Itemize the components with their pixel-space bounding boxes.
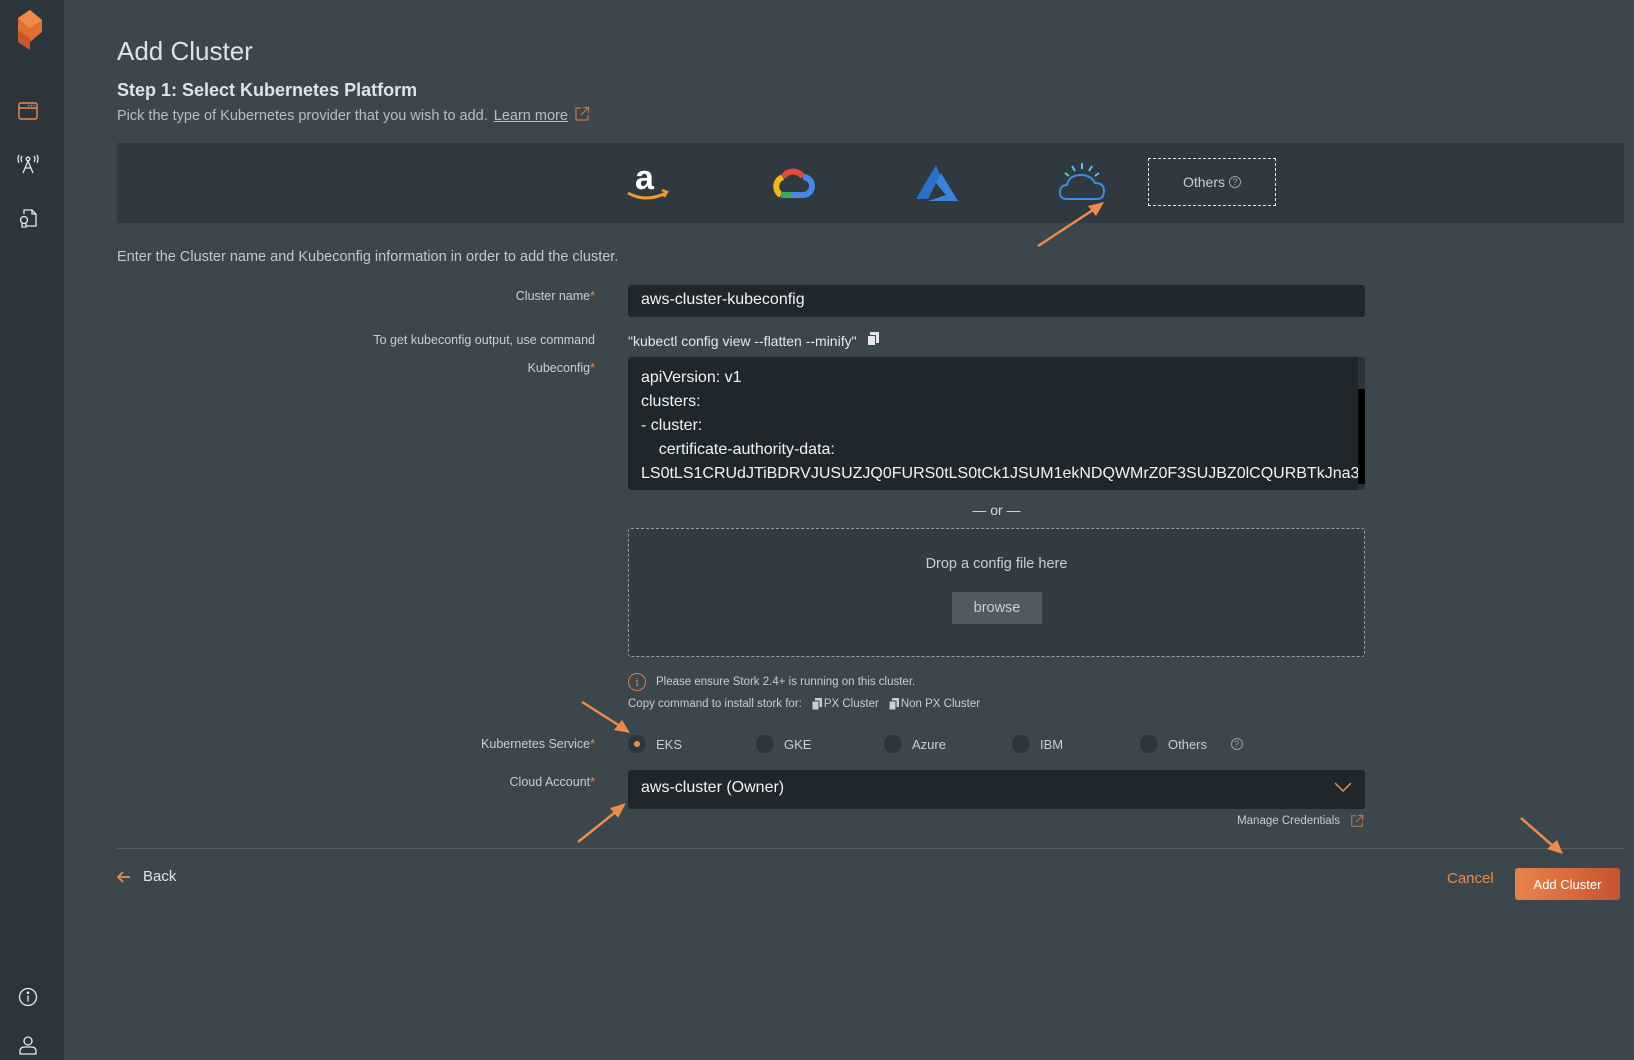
k8s-service-radio-group: EKS GKE Azure IBM Others ?: [628, 732, 1268, 756]
copy-command-label: Copy command to install stork for:: [628, 698, 802, 710]
radio-ibm[interactable]: IBM: [1012, 735, 1140, 753]
radio-button[interactable]: [756, 735, 774, 753]
provider-others[interactable]: Others ?: [1148, 158, 1276, 206]
provider-azure[interactable]: [909, 157, 965, 209]
stork-note: i Please ensure Stork 2.4+ is running on…: [628, 673, 915, 691]
step-description-text: Pick the type of Kubernetes provider tha…: [117, 108, 488, 124]
radio-button-selected[interactable]: [628, 735, 646, 753]
cancel-button[interactable]: Cancel: [1447, 870, 1494, 887]
provider-gcp[interactable]: [764, 157, 820, 209]
annotation-arrow: [1520, 817, 1563, 854]
certificate-doc-icon[interactable]: [16, 206, 40, 230]
copy-stork-commands: Copy command to install stork for: PX Cl…: [628, 698, 980, 710]
radio-azure[interactable]: Azure: [884, 735, 1012, 753]
kubeconfig-line: - cluster:: [641, 417, 703, 434]
footer-divider: [117, 848, 1624, 849]
radio-button[interactable]: [884, 735, 902, 753]
platform-selector: a Others ?: [117, 143, 1624, 223]
info-icon: i: [628, 673, 646, 691]
provider-others-label: Others: [1182, 174, 1225, 190]
external-link-icon[interactable]: [574, 106, 590, 126]
radio-others[interactable]: Others ?: [1140, 735, 1268, 753]
help-icon[interactable]: ?: [1230, 738, 1243, 750]
kubeconfig-textarea[interactable]: apiVersion: v1 clusters: - cluster: cert…: [628, 357, 1365, 490]
sidebar: [0, 0, 64, 1060]
cloud-account-select[interactable]: aws-cluster (Owner): [628, 770, 1365, 809]
kubeconfig-line: certificate-authority-data:: [641, 441, 835, 458]
radio-button[interactable]: [1012, 735, 1030, 753]
step-description: Pick the type of Kubernetes provider tha…: [117, 106, 590, 126]
annotation-arrow: [577, 803, 626, 843]
gcp-logo-icon: [773, 168, 815, 198]
radio-button[interactable]: [1140, 735, 1158, 753]
kubeconfig-label: Kubeconfig*: [527, 361, 595, 375]
dropzone-text: Drop a config file here: [925, 556, 1068, 572]
cluster-name-label: Cluster name*: [515, 289, 595, 303]
aws-logo-icon: a: [627, 161, 669, 200]
step-title: Step 1: Select Kubernetes Platform: [117, 80, 418, 100]
back-button[interactable]: Back: [117, 868, 176, 885]
add-cluster-button[interactable]: Add Cluster: [1515, 868, 1620, 900]
cluster-name-input[interactable]: aws-cluster-kubeconfig: [628, 285, 1365, 317]
cloud-account-value: aws-cluster (Owner): [641, 779, 785, 796]
copy-icon[interactable]: [866, 332, 879, 349]
kubeconfig-line: LS0tLS1CRUdJTiBDRVJUSUZJQ0FURS0tLS0tCk1J…: [641, 465, 1365, 482]
portworx-logo-icon[interactable]: [14, 8, 44, 52]
provider-ibm-cloud[interactable]: [1054, 157, 1110, 209]
stork-note-text: Please ensure Stork 2.4+ is running on t…: [656, 676, 916, 688]
ibm-cloud-logo-icon: [1058, 163, 1106, 200]
kubeconfig-line: clusters:: [641, 393, 701, 410]
main-content: Add Cluster Step 1: Select Kubernetes Pl…: [64, 0, 1634, 1060]
annotation-arrow: [581, 700, 630, 733]
radio-eks[interactable]: EKS: [628, 735, 756, 753]
arrow-left-icon: [117, 870, 130, 883]
kubeconfig-scrollbar[interactable]: [1358, 357, 1365, 490]
provider-aws[interactable]: a: [619, 157, 675, 209]
kubectl-command-text: "kubectl config view --flatten --minify": [628, 332, 857, 349]
copy-px-cluster-link[interactable]: PX Cluster: [811, 698, 879, 710]
config-file-dropzone[interactable]: Drop a config file here browse: [628, 528, 1365, 657]
k8s-service-label: Kubernetes Service*: [481, 737, 595, 751]
manage-credentials-link[interactable]: Manage Credentials: [1237, 814, 1364, 828]
antenna-icon[interactable]: [16, 152, 40, 176]
browse-button[interactable]: browse: [952, 592, 1042, 624]
learn-more-link[interactable]: Learn more: [494, 108, 568, 124]
radio-gke[interactable]: GKE: [756, 735, 884, 753]
form-instructions: Enter the Cluster name and Kubeconfig in…: [117, 249, 619, 265]
or-separator: — or —: [972, 502, 1021, 518]
copy-icon: [811, 698, 822, 710]
copy-icon: [888, 698, 899, 710]
page-title: Add Cluster: [117, 36, 253, 66]
kubeconfig-line: apiVersion: v1: [641, 369, 742, 386]
chevron-down-icon[interactable]: [1334, 780, 1352, 798]
azure-logo-icon: [916, 165, 958, 201]
window-icon[interactable]: [16, 99, 40, 123]
scrollbar-thumb[interactable]: [1358, 389, 1365, 484]
svg-text:a: a: [635, 161, 655, 197]
command-hint-label: To get kubeconfig output, use command: [373, 333, 595, 347]
cloud-account-label: Cloud Account*: [509, 775, 595, 789]
copy-non-px-cluster-link[interactable]: Non PX Cluster: [888, 698, 980, 710]
kubectl-command: "kubectl config view --flatten --minify": [628, 332, 879, 349]
external-link-icon: [1351, 814, 1364, 827]
user-icon[interactable]: [16, 1033, 40, 1057]
help-icon[interactable]: ?: [1229, 176, 1241, 188]
info-icon[interactable]: [16, 985, 40, 1009]
